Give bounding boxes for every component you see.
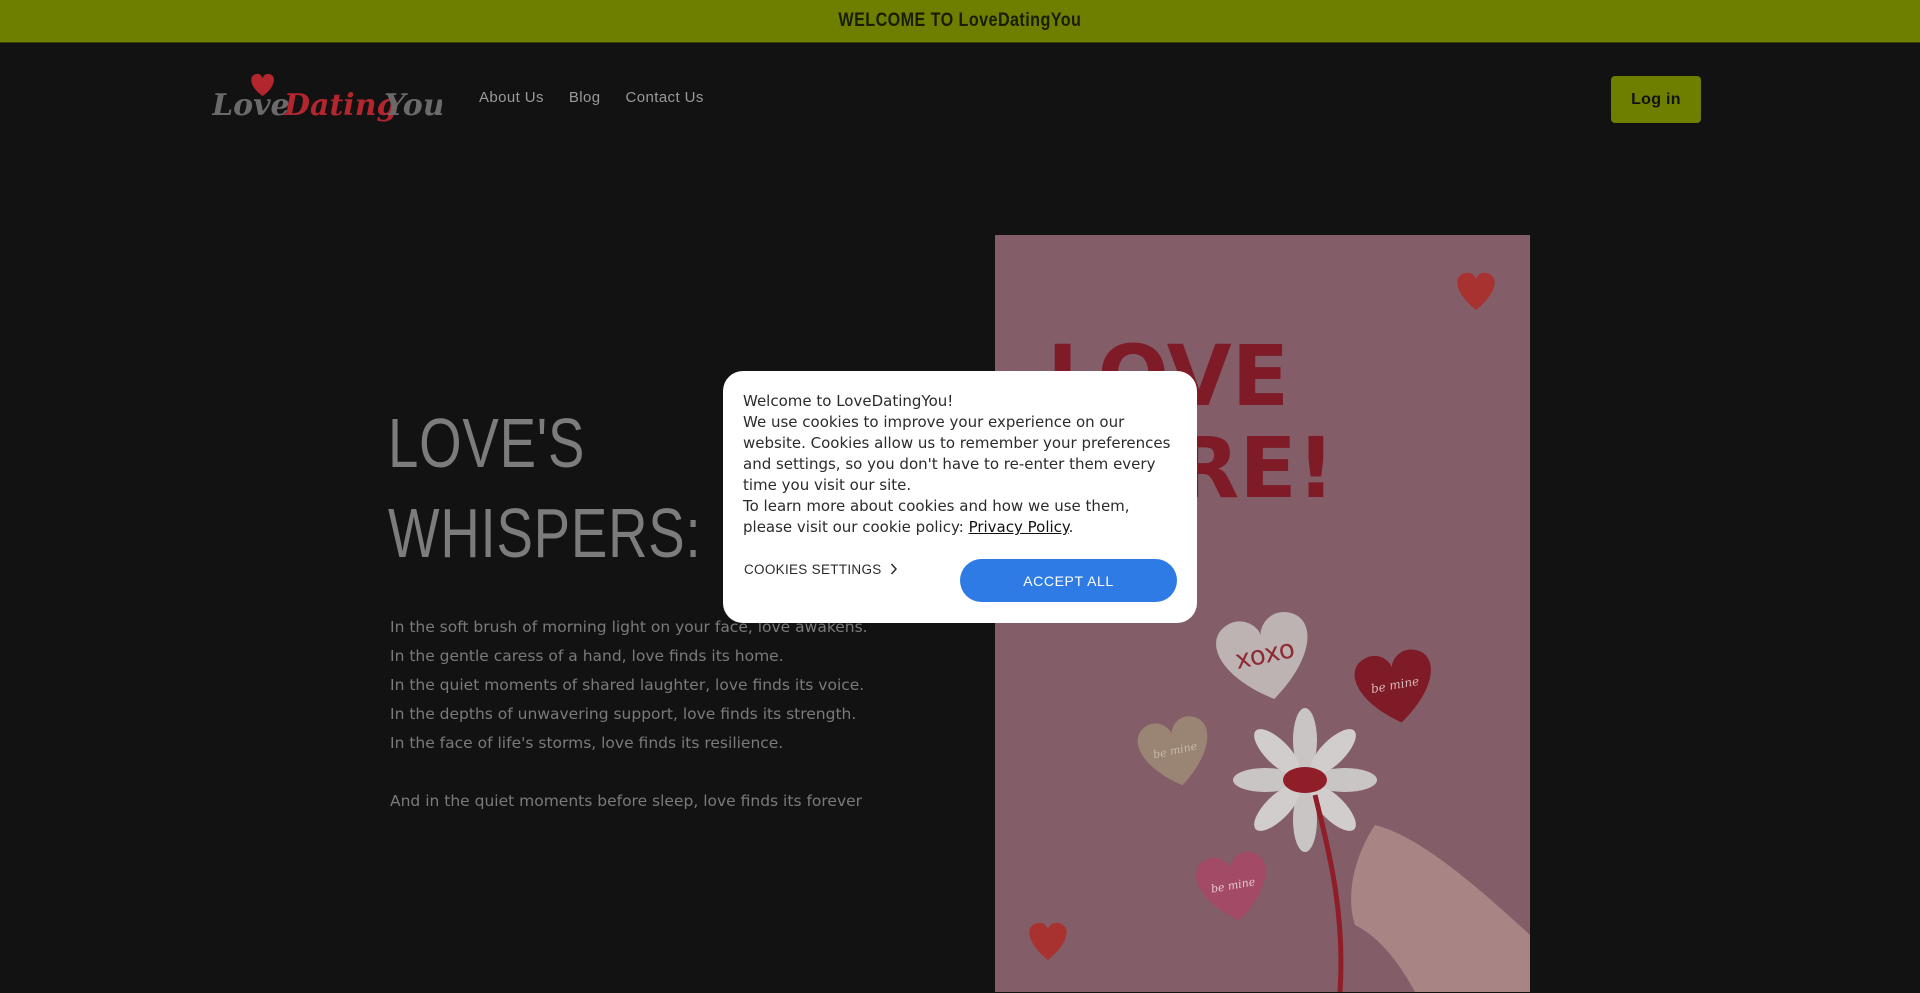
cookies-settings-button[interactable]: COOKIES SETTINGS: [744, 562, 898, 577]
cookie-policy-text: To learn more about cookies and how we u…: [743, 496, 1177, 538]
privacy-policy-link[interactable]: Privacy Policy: [969, 518, 1069, 536]
accept-all-button[interactable]: ACCEPT ALL: [960, 559, 1177, 602]
cookie-body: We use cookies to improve your experienc…: [743, 413, 1171, 494]
cookie-greeting: Welcome to LoveDatingYou!: [743, 392, 954, 410]
cookies-settings-label: COOKIES SETTINGS: [744, 562, 882, 577]
cookie-consent-dialog: Welcome to LoveDatingYou! We use cookies…: [723, 371, 1197, 623]
cookie-policy-suffix: .: [1068, 518, 1074, 536]
chevron-right-icon: [890, 563, 897, 575]
